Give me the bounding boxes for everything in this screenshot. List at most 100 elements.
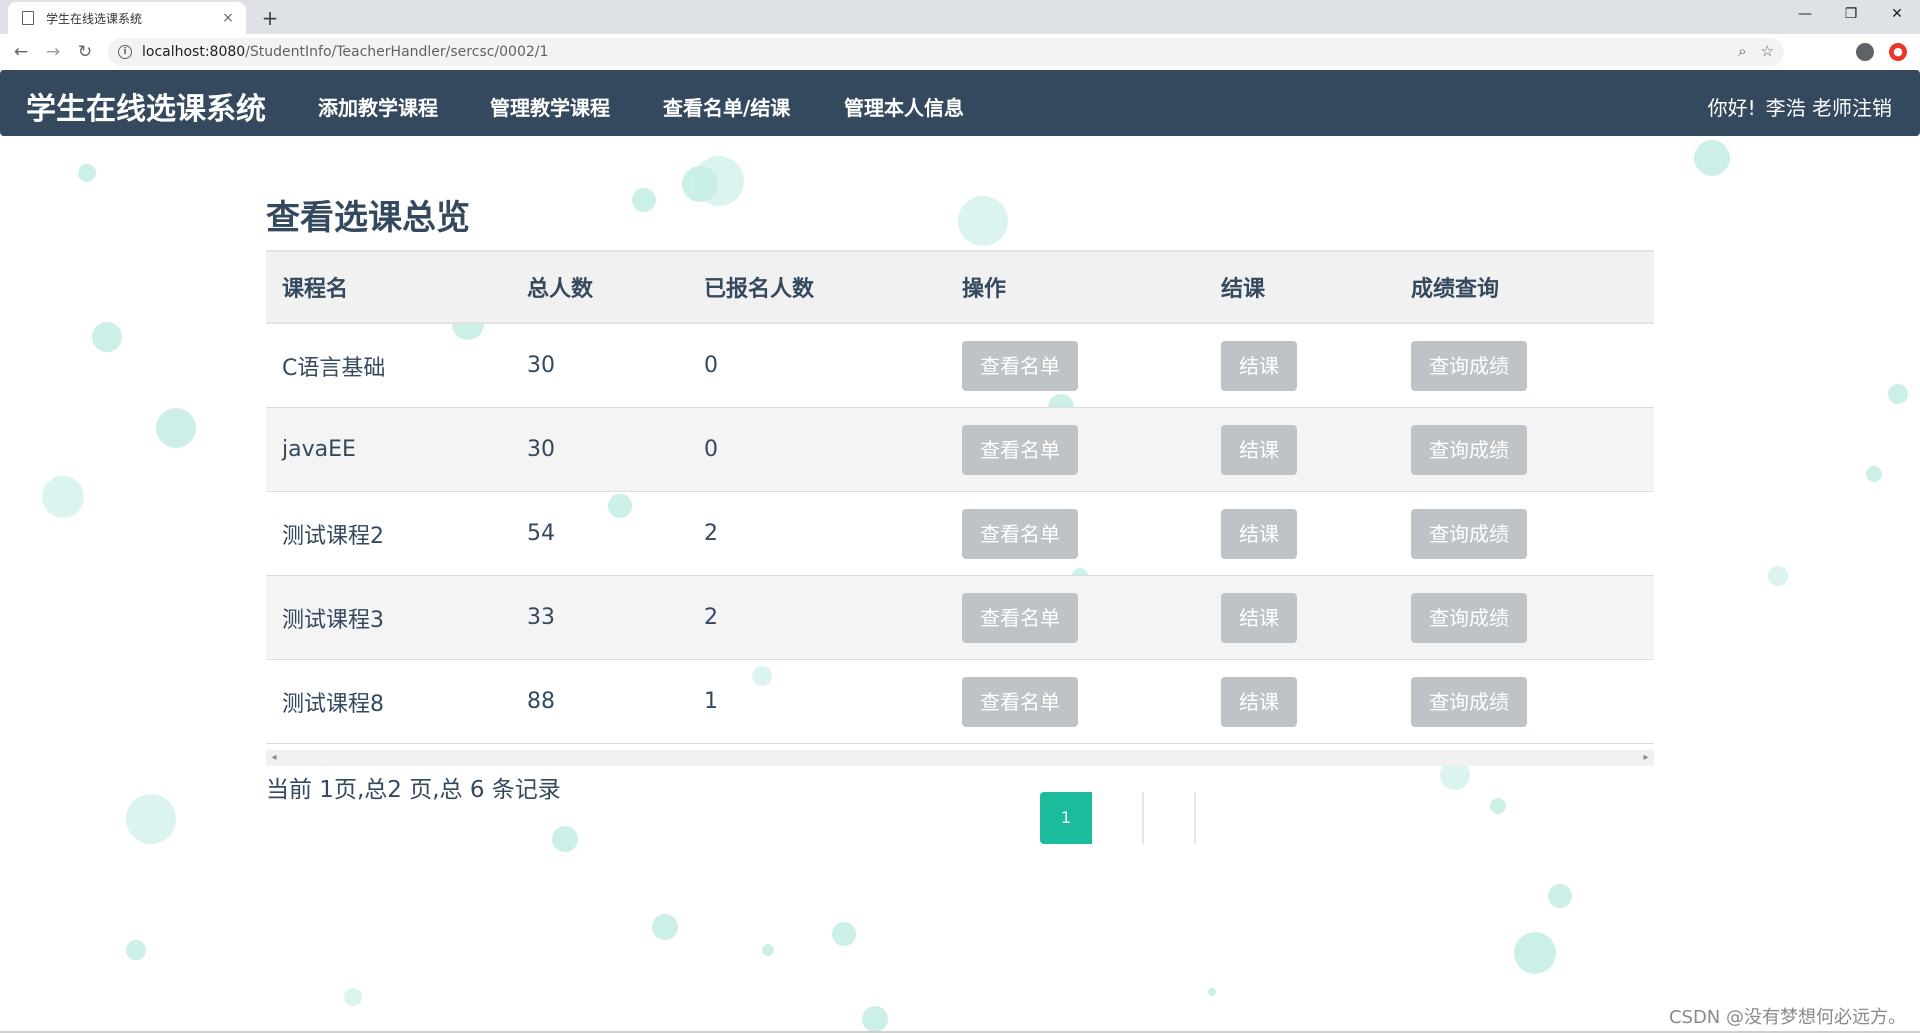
pagination-info: 当前 1页,总2 页,总 6 条记录	[266, 777, 561, 803]
view-roster-button[interactable]: 查看名单	[962, 592, 1078, 643]
decorative-bubble	[832, 922, 856, 946]
scroll-right-icon[interactable]: ▸	[1638, 750, 1654, 766]
window-controls: — ❐ ✕	[1782, 0, 1920, 30]
decorative-bubble	[632, 188, 656, 212]
info-icon[interactable]: i	[118, 45, 132, 59]
col-score-query: 成绩查询	[1395, 250, 1654, 324]
col-total: 总人数	[511, 250, 688, 324]
tab-close-icon[interactable]: ×	[220, 10, 236, 26]
decorative-bubble	[1208, 988, 1216, 996]
table-row: 测试课程3 33 2 查看名单 结课 查询成绩	[266, 575, 1654, 660]
course-table: 课程名 总人数 已报名人数 操作 结课 成绩查询 C语言基础 30 0 查看名单…	[266, 250, 1654, 744]
nav-manage-course[interactable]: 管理教学课程	[490, 92, 610, 121]
course-enrolled: 1	[688, 659, 946, 744]
extension-icon[interactable]: ●	[1889, 43, 1907, 61]
tab-title: 学生在线选课系统	[46, 11, 143, 26]
course-enrolled: 2	[688, 491, 946, 576]
query-score-button[interactable]: 查询成绩	[1411, 676, 1527, 727]
horizontal-scrollbar[interactable]: ◂ ▸	[266, 750, 1654, 766]
pagination-divider	[1194, 792, 1196, 844]
col-close-course: 结课	[1205, 250, 1395, 324]
decorative-bubble	[652, 914, 678, 940]
view-roster-button[interactable]: 查看名单	[962, 676, 1078, 727]
decorative-bubble	[1866, 466, 1882, 482]
pagination: 1	[1040, 792, 1196, 844]
decorative-bubble	[78, 164, 96, 182]
pagination-divider	[1142, 792, 1144, 844]
view-roster-button[interactable]: 查看名单	[962, 424, 1078, 475]
browser-toolbar: ← → ↻ i localhost:8080/StudentInfo/Teach…	[0, 34, 1920, 71]
nav-add-course[interactable]: 添加教学课程	[318, 92, 438, 121]
decorative-bubble	[1514, 932, 1556, 974]
query-score-button[interactable]: 查询成绩	[1411, 592, 1527, 643]
close-course-button[interactable]: 结课	[1221, 676, 1297, 727]
decorative-bubble	[958, 196, 1008, 246]
browser-tab[interactable]: 学生在线选课系统 ×	[8, 2, 246, 34]
nav-manage-profile[interactable]: 管理本人信息	[844, 92, 964, 121]
restore-button[interactable]: ❐	[1828, 0, 1874, 30]
course-name: C语言基础	[266, 323, 511, 408]
decorative-bubble	[1768, 566, 1788, 586]
zoom-icon[interactable]: ⌕	[1738, 42, 1746, 60]
course-name: 测试课程2	[266, 491, 511, 576]
query-score-button[interactable]: 查询成绩	[1411, 508, 1527, 559]
decorative-bubble	[1888, 384, 1908, 404]
decorative-bubble	[552, 826, 578, 852]
decorative-bubble	[762, 944, 774, 956]
watermark: CSDN @没有梦想何必远方。	[1668, 1007, 1906, 1028]
course-enrolled: 0	[688, 323, 946, 408]
course-name: 测试课程8	[266, 659, 511, 744]
url-text: localhost:8080/StudentInfo/TeacherHandle…	[142, 44, 548, 60]
forward-arrow-icon[interactable]: →	[40, 39, 66, 65]
table-row: javaEE 30 0 查看名单 结课 查询成绩	[266, 407, 1654, 492]
view-roster-button[interactable]: 查看名单	[962, 508, 1078, 559]
document-icon	[22, 11, 34, 25]
address-bar[interactable]: i localhost:8080/StudentInfo/TeacherHand…	[108, 38, 1784, 66]
brand-title[interactable]: 学生在线选课系统	[26, 84, 266, 128]
app-navbar: 学生在线选课系统 添加教学课程 管理教学课程 查看名单/结课 管理本人信息 你好…	[0, 70, 1920, 136]
query-score-button[interactable]: 查询成绩	[1411, 424, 1527, 475]
course-total: 30	[511, 407, 688, 492]
query-score-button[interactable]: 查询成绩	[1411, 340, 1527, 391]
reload-icon[interactable]: ↻	[72, 39, 98, 65]
course-total: 30	[511, 323, 688, 408]
greeting-text: 你好!	[1707, 96, 1756, 120]
close-course-button[interactable]: 结课	[1221, 424, 1297, 475]
decorative-bubble	[1694, 140, 1730, 176]
close-course-button[interactable]: 结课	[1221, 508, 1297, 559]
user-area: 你好! 李浩 老师注销	[1698, 92, 1892, 121]
course-table-container: 课程名 总人数 已报名人数 操作 结课 成绩查询 C语言基础 30 0 查看名单…	[266, 250, 1654, 744]
course-enrolled: 2	[688, 575, 946, 660]
close-window-button[interactable]: ✕	[1874, 0, 1920, 30]
page-button-current[interactable]: 1	[1040, 792, 1092, 844]
course-name: 测试课程3	[266, 575, 511, 660]
table-row: 测试课程8 88 1 查看名单 结课 查询成绩	[266, 659, 1654, 744]
url-path: /StudentInfo/TeacherHandler/sercsc/0002/…	[245, 44, 549, 60]
back-arrow-icon[interactable]: ←	[8, 39, 34, 65]
bookmark-star-icon[interactable]: ☆	[1761, 42, 1774, 60]
view-roster-button[interactable]: 查看名单	[962, 340, 1078, 391]
profile-icon[interactable]	[1856, 43, 1874, 61]
decorative-bubble	[156, 408, 196, 448]
decorative-bubble	[1490, 798, 1506, 814]
course-total: 33	[511, 575, 688, 660]
course-enrolled: 0	[688, 407, 946, 492]
col-enrolled: 已报名人数	[688, 250, 946, 324]
col-course-name: 课程名	[266, 250, 511, 324]
logout-link[interactable]: 注销	[1852, 96, 1892, 120]
decorative-bubble	[42, 476, 84, 518]
scroll-left-icon[interactable]: ◂	[266, 750, 282, 766]
browser-tab-strip: 学生在线选课系统 × + — ❐ ✕	[0, 0, 1920, 34]
minimize-button[interactable]: —	[1782, 0, 1828, 30]
table-row: C语言基础 30 0 查看名单 结课 查询成绩	[266, 323, 1654, 408]
new-tab-button[interactable]: +	[258, 6, 282, 30]
table-header-row: 课程名 总人数 已报名人数 操作 结课 成绩查询	[266, 250, 1654, 324]
course-name: javaEE	[266, 407, 511, 492]
nav-view-roster[interactable]: 查看名单/结课	[663, 92, 790, 121]
page-title: 查看选课总览	[266, 198, 470, 238]
decorative-bubble	[1548, 884, 1572, 908]
close-course-button[interactable]: 结课	[1221, 592, 1297, 643]
decorative-bubble	[126, 794, 176, 844]
table-row: 测试课程2 54 2 查看名单 结课 查询成绩	[266, 491, 1654, 576]
close-course-button[interactable]: 结课	[1221, 340, 1297, 391]
